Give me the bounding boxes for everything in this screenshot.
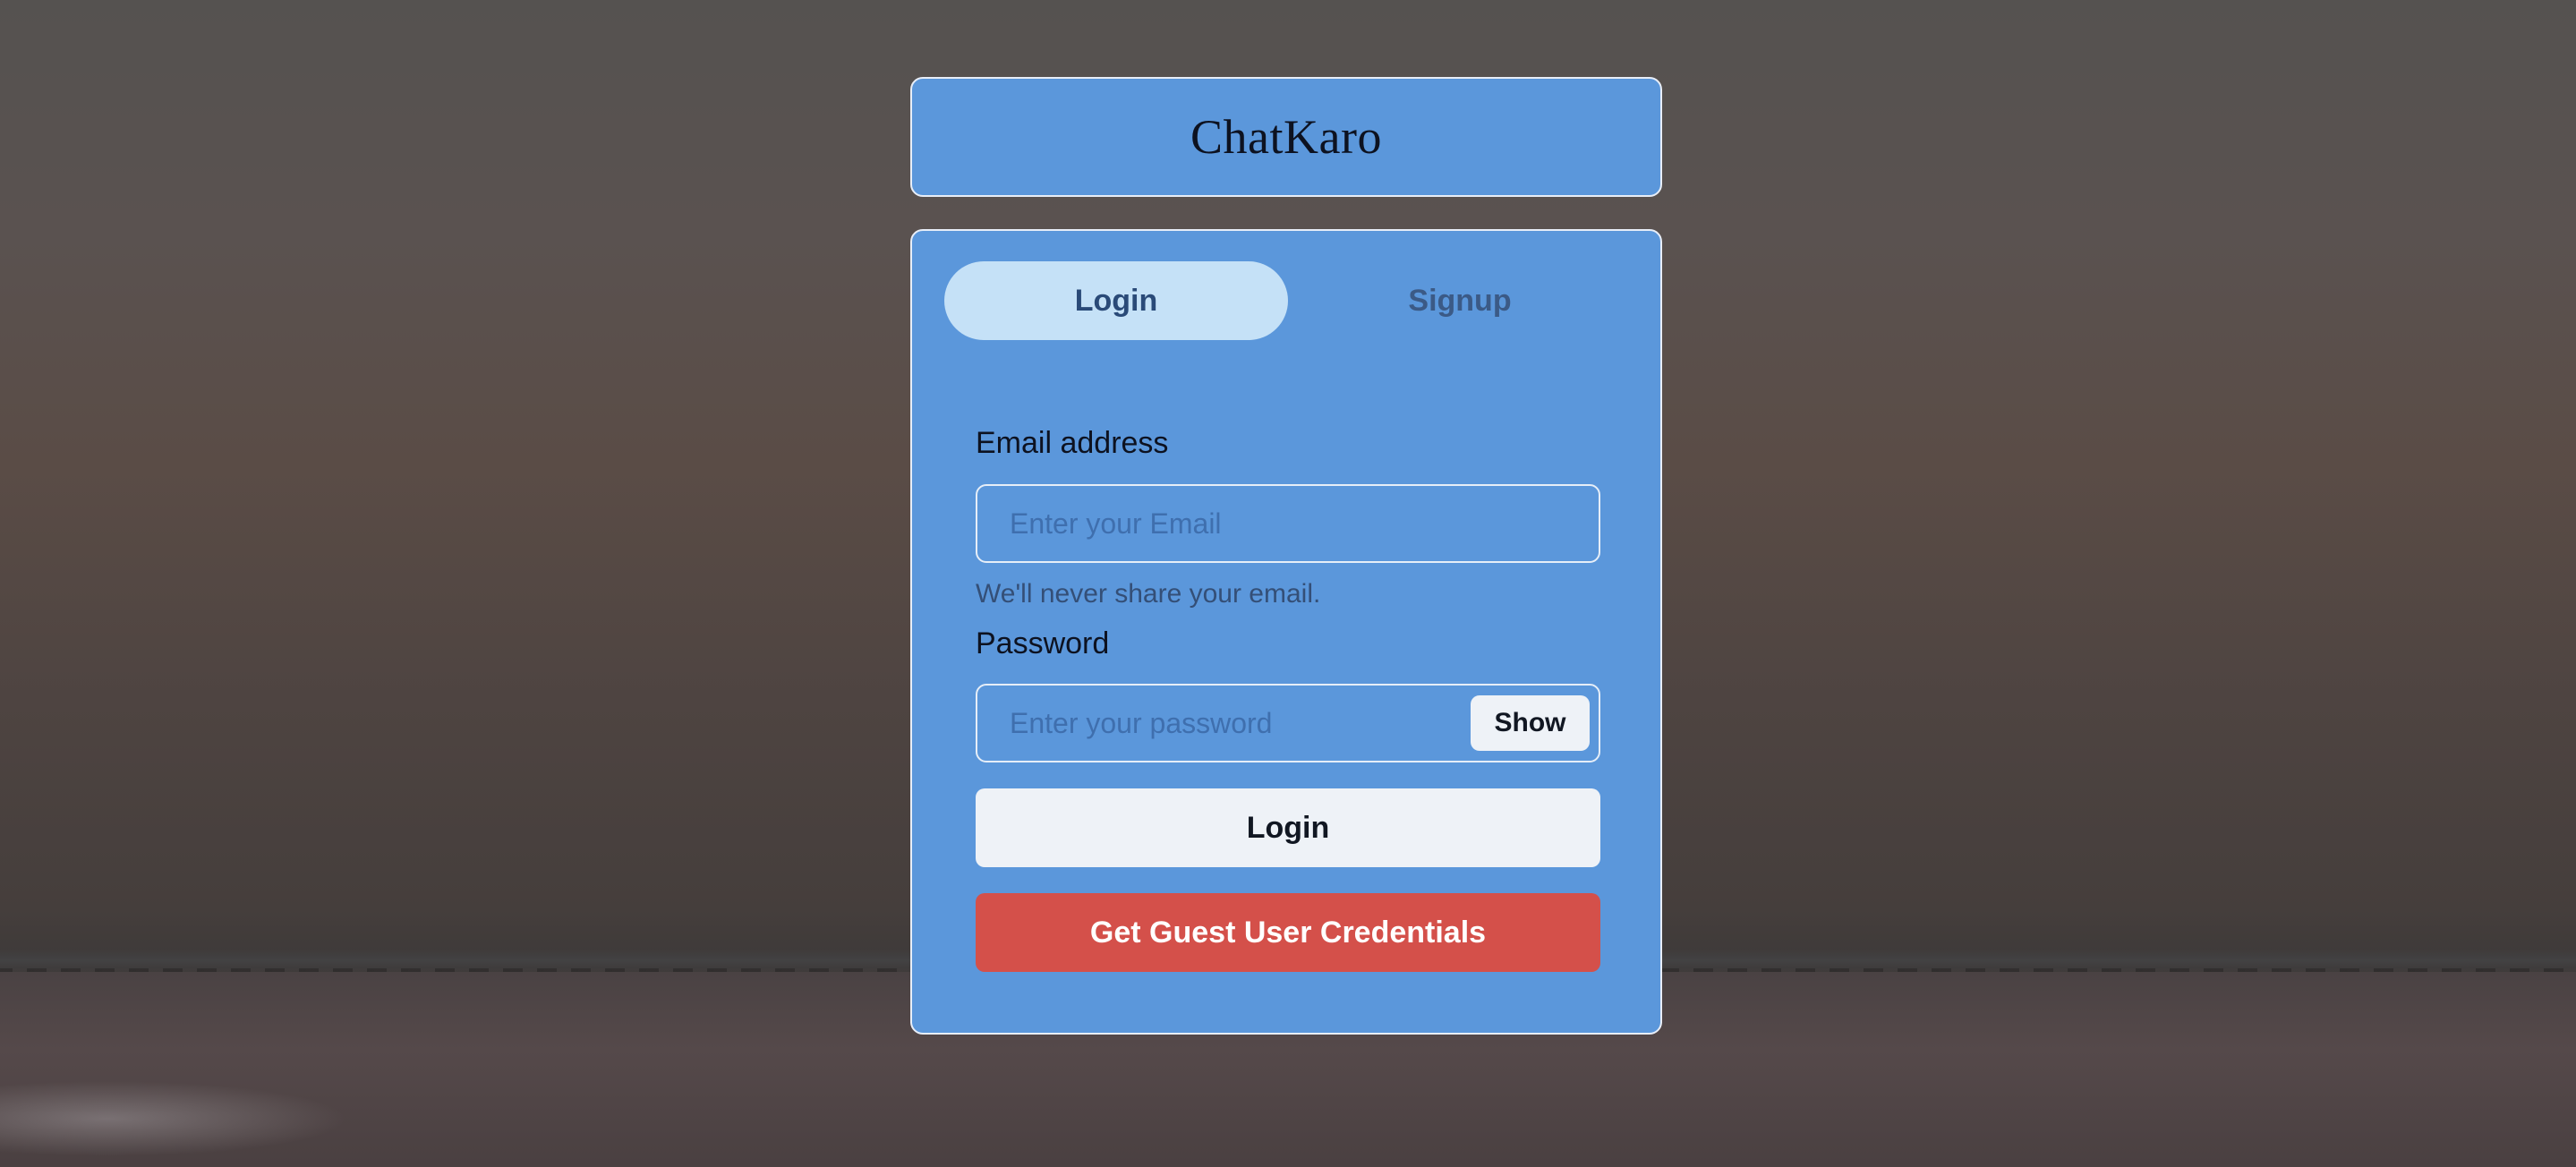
- guest-credentials-button[interactable]: Get Guest User Credentials: [976, 893, 1600, 972]
- auth-card: Login Signup Email address We'll never s…: [910, 229, 1662, 1035]
- login-button[interactable]: Login: [976, 788, 1600, 867]
- background-foam: [0, 1038, 376, 1167]
- password-label: Password: [976, 626, 1110, 660]
- app-title: ChatKaro: [1190, 110, 1382, 164]
- email-label: Email address: [976, 426, 1169, 460]
- app-header-card: ChatKaro: [910, 77, 1662, 197]
- email-input[interactable]: [976, 484, 1600, 563]
- show-password-button[interactable]: Show: [1471, 695, 1590, 751]
- email-helper-text: We'll never share your email.: [976, 579, 1321, 609]
- tab-login[interactable]: Login: [944, 261, 1288, 340]
- tab-signup[interactable]: Signup: [1288, 261, 1632, 340]
- auth-tabs: Login Signup: [944, 261, 1632, 340]
